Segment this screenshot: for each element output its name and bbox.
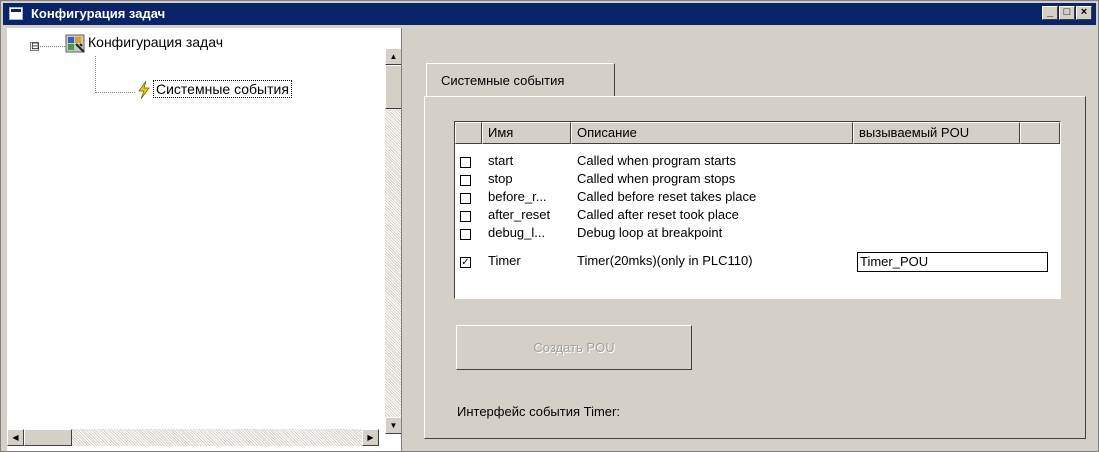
scroll-thumb[interactable] — [24, 429, 72, 446]
scroll-thumb[interactable] — [385, 65, 402, 109]
row-checkbox[interactable] — [460, 211, 471, 222]
task-config-window: Конфигурация задач _ □ × ⊟ Конфигурация … — [0, 0, 1099, 452]
row-description: Called when program starts — [577, 153, 736, 168]
minimize-button[interactable]: _ — [1042, 6, 1058, 20]
scroll-left-button[interactable]: ◀ — [7, 429, 24, 446]
row-name: start — [488, 153, 514, 168]
close-button[interactable]: × — [1076, 6, 1092, 20]
maximize-button[interactable]: □ — [1059, 6, 1075, 20]
row-checkbox[interactable] — [460, 175, 471, 186]
row-name: before_r... — [488, 189, 547, 204]
window-title: Конфигурация задач — [31, 6, 166, 21]
row-name: debug_l... — [488, 225, 546, 240]
row-checkbox[interactable] — [460, 157, 471, 168]
create-pou-button[interactable]: Создать POU — [456, 325, 692, 370]
row-description: Timer(20mks)(only in PLC110) — [577, 253, 753, 268]
row-description: Debug loop at breakpoint — [577, 225, 723, 240]
tree-horizontal-scrollbar[interactable]: ◀ ▶ — [7, 429, 379, 446]
tab-label: Системные события — [441, 73, 565, 88]
column-header-description[interactable]: Описание — [571, 122, 853, 144]
tree-connector — [95, 92, 135, 93]
event-interface-label: Интерфейс события Timer: — [457, 404, 620, 419]
tree-item-label: Конфигурация задач — [88, 34, 223, 50]
tab-system-events[interactable]: Системные события — [426, 63, 615, 97]
row-name: stop — [488, 171, 513, 186]
column-header-filler — [1020, 122, 1060, 144]
column-header-pou[interactable]: вызываемый POU — [853, 122, 1020, 144]
row-description: Called before reset takes place — [577, 189, 757, 204]
pou-input[interactable]: Timer_POU — [857, 252, 1048, 272]
scroll-right-button[interactable]: ▶ — [362, 429, 379, 446]
row-checkbox-checked[interactable]: ✓ — [460, 257, 471, 268]
column-header-name[interactable]: Имя — [482, 122, 571, 144]
tree-connector — [95, 56, 96, 93]
events-table: Имя Описание вызываемый POU start Called… — [454, 121, 1061, 299]
row-name: after_reset — [488, 207, 551, 222]
row-description: Called when program stops — [577, 171, 736, 186]
tree-collapse-icon[interactable]: ⊟ — [30, 42, 39, 52]
row-checkbox[interactable] — [460, 229, 471, 240]
pane-splitter[interactable] — [401, 28, 409, 451]
column-header-check[interactable] — [455, 122, 482, 144]
lightning-icon — [138, 81, 150, 99]
row-checkbox[interactable] — [460, 193, 471, 204]
title-bar[interactable]: Конфигурация задач _ □ × — [3, 3, 1096, 25]
window-app-icon — [9, 7, 23, 20]
tree-vertical-scrollbar[interactable]: ▲ ▼ — [385, 48, 402, 434]
tree-pane: ⊟ Конфигурация задач Системные события ▲… — [7, 28, 402, 451]
tree-connector — [40, 46, 65, 47]
scroll-down-button[interactable]: ▼ — [385, 417, 402, 434]
tree-item-label: Системные события — [153, 80, 292, 98]
scroll-up-button[interactable]: ▲ — [385, 48, 402, 65]
task-config-icon — [65, 34, 85, 53]
row-description: Called after reset took place — [577, 207, 739, 222]
row-name: Timer — [488, 253, 521, 268]
